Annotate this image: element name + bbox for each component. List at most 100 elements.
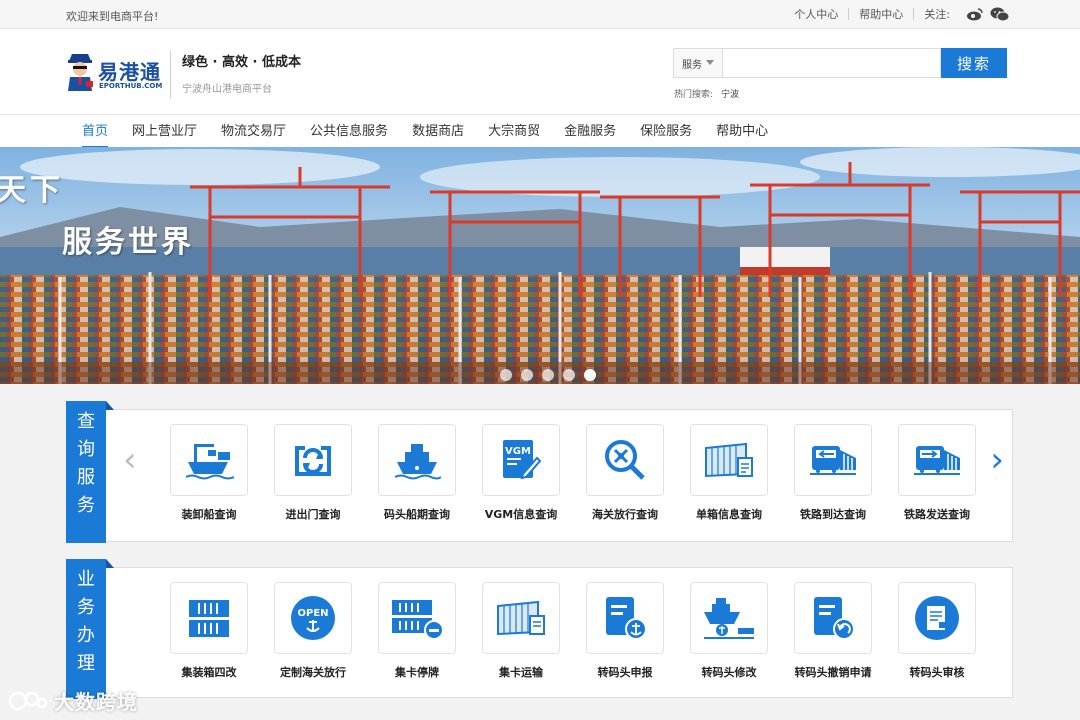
watermark-logo-icon <box>8 691 48 710</box>
carousel-dot-active[interactable] <box>584 369 596 381</box>
tag-char: 业 <box>77 569 95 590</box>
slogan: 绿色 · 高效 · 低成本 <box>182 55 301 70</box>
customs-release-icon <box>605 440 645 480</box>
transfer-modify-icon <box>704 598 754 639</box>
service-customs-release[interactable]: 海关放行查询 <box>573 424 677 522</box>
carousel-dot[interactable] <box>542 369 554 381</box>
svg-text:OPEN: OPEN <box>297 608 328 619</box>
service-label: 集卡运输 <box>499 666 543 679</box>
logo-mascot-icon[interactable] <box>66 51 94 93</box>
service-label: 集卡停牌 <box>395 666 439 679</box>
service-rail-arrival[interactable]: 铁路到达查询 <box>781 424 885 522</box>
service-label: VGM信息查询 <box>484 508 558 521</box>
query-services-list: 装卸船查询 进出门查询 码头船期查询 VGM VGM信息查询 海关放行查询 单箱… <box>157 424 989 522</box>
ship-loading-icon <box>185 444 234 480</box>
nav-item-home[interactable]: 首页 <box>70 115 120 148</box>
top-links: 个人中心 帮助中心 关注: <box>784 6 1010 22</box>
weibo-icon[interactable] <box>966 7 984 21</box>
ship-schedule-icon <box>394 444 441 480</box>
rail-arrival-icon <box>810 446 856 475</box>
carousel-dot[interactable] <box>500 369 512 381</box>
service-label: 单箱信息查询 <box>696 508 762 521</box>
search-bar: 服务 搜索 <box>673 48 1007 78</box>
nav-item-online-hall[interactable]: 网上营业厅 <box>120 115 209 148</box>
query-services-tag: 查 询 服 务 <box>66 401 114 543</box>
nav-item-logistics-hall[interactable]: 物流交易厅 <box>209 115 298 148</box>
transfer-review-icon <box>915 596 959 640</box>
hero-banner[interactable]: 天下 服务世界 <box>0 147 1080 384</box>
container-info-icon <box>705 442 753 478</box>
business-services-tag: 业 务 办 理 <box>66 559 114 699</box>
carousel-dot[interactable] <box>521 369 533 381</box>
search-scope-label: 服务 <box>682 59 702 71</box>
service-truck-transport[interactable]: 集卡运输 <box>469 582 573 680</box>
service-container-change[interactable]: 集装箱四改 <box>157 582 261 680</box>
service-gate-in-out[interactable]: 进出门查询 <box>261 424 365 522</box>
tag-char: 务 <box>77 597 95 618</box>
service-transfer-declare[interactable]: 转码头申报 <box>573 582 677 680</box>
tag-char: 办 <box>77 625 95 646</box>
service-label: 进出门查询 <box>285 508 341 521</box>
transfer-declare-icon <box>606 597 647 640</box>
rail-departure-icon <box>914 446 960 475</box>
service-label: 铁路到达查询 <box>800 508 866 521</box>
nav-item-help[interactable]: 帮助中心 <box>704 115 780 148</box>
watermark-text: 大数跨境 <box>54 690 138 714</box>
personal-center-link[interactable]: 个人中心 <box>784 6 848 22</box>
help-center-link[interactable]: 帮助中心 <box>849 6 913 22</box>
wechat-icon[interactable] <box>990 7 1010 22</box>
service-label: 定制海关放行 <box>280 666 346 679</box>
gate-in-out-icon <box>295 446 331 476</box>
service-label: 装卸船查询 <box>181 508 237 521</box>
business-services-panel: 业 务 办 理 集装箱四改 OPEN 定制海关放行 集卡停牌 集卡运输 转码头申… <box>66 559 1013 699</box>
business-services-list: 集装箱四改 OPEN 定制海关放行 集卡停牌 集卡运输 转码头申报 转码头修改 … <box>157 582 989 680</box>
logo-text[interactable]: 易港通 <box>98 56 161 85</box>
vgm-icon: VGM <box>503 440 541 480</box>
service-custom-release[interactable]: OPEN 定制海关放行 <box>261 582 365 680</box>
service-transfer-modify[interactable]: 转码头修改 <box>677 582 781 680</box>
service-container-info[interactable]: 单箱信息查询 <box>677 424 781 522</box>
search-scope-select[interactable]: 服务 <box>673 48 723 78</box>
main-nav: 首页 网上营业厅 物流交易厅 公共信息服务 数据商店 大宗商贸 金融服务 保险服… <box>0 115 1080 148</box>
carousel-dot[interactable] <box>563 369 575 381</box>
follow-label: 关注: <box>924 8 950 21</box>
tag-char: 务 <box>77 495 95 516</box>
service-rail-departure[interactable]: 铁路发送查询 <box>885 424 989 522</box>
nav-item-public-info[interactable]: 公共信息服务 <box>298 115 400 148</box>
chevron-down-icon <box>706 60 714 65</box>
truck-suspend-icon <box>392 600 444 640</box>
search-input[interactable] <box>723 48 941 78</box>
service-label: 集装箱四改 <box>181 666 237 679</box>
hot-search-keyword[interactable]: 宁波 <box>721 90 739 100</box>
next-arrow-icon[interactable]: › <box>990 440 1004 480</box>
tag-char: 查 <box>77 411 95 432</box>
service-transfer-revoke[interactable]: 转码头撤销申请 <box>781 582 885 680</box>
prev-arrow-icon[interactable]: ‹ <box>123 440 137 480</box>
tag-char: 询 <box>77 439 95 460</box>
service-truck-suspend[interactable]: 集卡停牌 <box>365 582 469 680</box>
search-button[interactable]: 搜索 <box>941 48 1007 78</box>
divider <box>170 51 171 99</box>
tag-char: 理 <box>77 653 95 674</box>
truck-transport-icon <box>497 600 545 636</box>
transfer-revoke-icon <box>814 597 855 640</box>
service-label: 海关放行查询 <box>592 508 658 521</box>
logo-subtext: EPORTHUB.COM <box>99 82 163 90</box>
service-ship-schedule[interactable]: 码头船期查询 <box>365 424 469 522</box>
hot-search: 热门搜索: 宁波 <box>674 87 739 100</box>
query-services-panel: 查 询 服 务 ‹ 装卸船查询 进出门查询 码头船期查询 VGM VGM信息查询… <box>66 401 1013 543</box>
banner-headline-2: 服务世界 <box>62 225 194 260</box>
service-transfer-review[interactable]: 转码头审核 <box>885 582 989 680</box>
service-label: 码头船期查询 <box>384 508 450 521</box>
service-label: 转码头申报 <box>597 666 653 679</box>
nav-item-data-store[interactable]: 数据商店 <box>400 115 476 148</box>
hot-search-label: 热门搜索: <box>674 90 714 100</box>
top-bar: 欢迎来到电商平台! 个人中心 帮助中心 关注: <box>0 0 1080 29</box>
service-ship-loading[interactable]: 装卸船查询 <box>157 424 261 522</box>
service-vgm[interactable]: VGM VGM信息查询 <box>469 424 573 522</box>
nav-item-bulk-trade[interactable]: 大宗商贸 <box>476 115 552 148</box>
nav-item-insurance[interactable]: 保险服务 <box>628 115 704 148</box>
banner-headline-1: 天下 <box>0 173 64 208</box>
watermark: 大数跨境 <box>8 686 138 715</box>
nav-item-finance[interactable]: 金融服务 <box>552 115 628 148</box>
